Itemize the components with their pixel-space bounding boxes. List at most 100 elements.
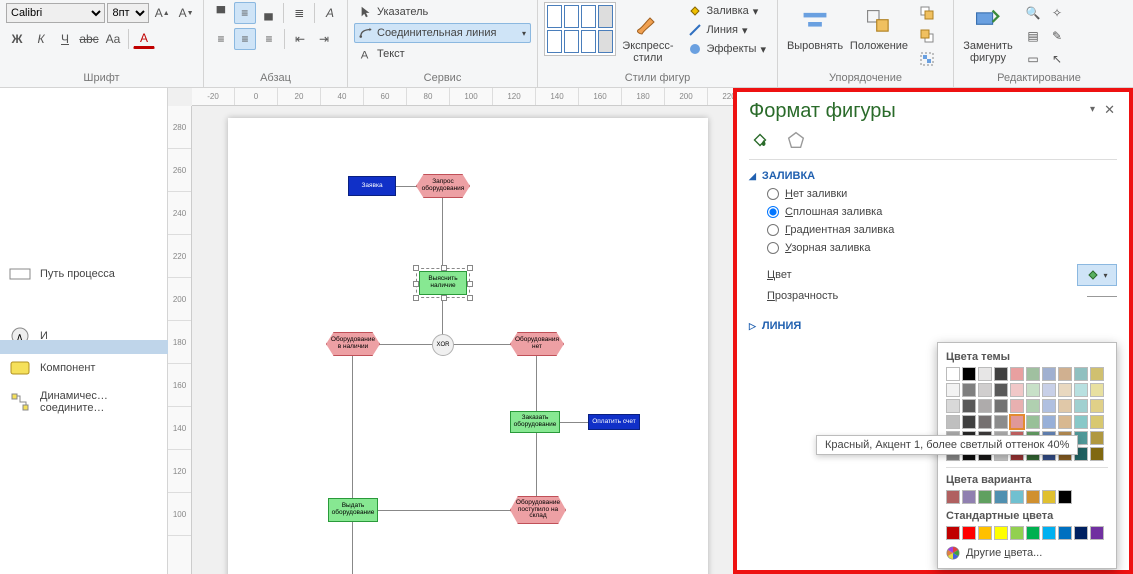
replace-shape-button[interactable]: Заменить фигуру	[960, 2, 1016, 64]
color-swatch[interactable]	[994, 383, 1008, 397]
fill-tab-icon[interactable]	[749, 129, 771, 151]
edit-cursor-button[interactable]: ↖	[1046, 48, 1068, 70]
align-top-button[interactable]: ▀	[210, 2, 232, 24]
shape-oplatit[interactable]: Оплатить счет	[588, 414, 640, 430]
color-swatch[interactable]	[978, 383, 992, 397]
color-swatch[interactable]	[994, 526, 1008, 540]
connector[interactable]	[352, 354, 353, 504]
color-swatch[interactable]	[1058, 367, 1072, 381]
color-swatch[interactable]	[1026, 490, 1040, 504]
pointer-tool[interactable]: Указатель	[354, 2, 531, 22]
color-swatch[interactable]	[1010, 490, 1024, 504]
color-swatch[interactable]	[1042, 399, 1056, 413]
color-swatch[interactable]	[946, 490, 960, 504]
color-swatch[interactable]	[962, 367, 976, 381]
color-swatch[interactable]	[946, 399, 960, 413]
connector[interactable]	[395, 186, 417, 187]
send-back-button[interactable]	[916, 25, 938, 47]
color-swatch[interactable]	[1026, 526, 1040, 540]
color-swatch[interactable]	[1074, 526, 1088, 540]
color-swatch[interactable]	[962, 415, 976, 429]
color-swatch[interactable]	[1010, 367, 1024, 381]
line-section-header[interactable]: ЛИНИЯ	[749, 320, 1117, 332]
shape-effects-button[interactable]: Эффекты ▾	[683, 40, 771, 58]
shape-line-button[interactable]: Линия ▾	[683, 21, 771, 39]
color-swatch[interactable]	[1058, 526, 1072, 540]
stencil-component[interactable]: Компонент	[0, 352, 167, 384]
color-swatch[interactable]	[1090, 431, 1104, 445]
shape-xor[interactable]: XOR	[432, 334, 454, 356]
select-button[interactable]: ▭	[1022, 48, 1044, 70]
color-swatch[interactable]	[1026, 367, 1040, 381]
color-swatch[interactable]	[1042, 415, 1056, 429]
text-tool[interactable]: A Текст	[354, 44, 531, 64]
shape-zapros[interactable]: Запрос оборудования	[416, 174, 470, 198]
color-swatch[interactable]	[978, 415, 992, 429]
indent-button[interactable]: ⇥	[313, 28, 335, 50]
shape-vydat[interactable]: Выдать оборудование	[328, 498, 378, 522]
shape-fill-button[interactable]: Заливка ▾	[683, 2, 771, 20]
italic-button[interactable]: К	[30, 28, 52, 50]
find-button[interactable]: 🔍	[1022, 2, 1044, 24]
connector[interactable]	[536, 354, 537, 414]
edit-x2-button[interactable]: ✎	[1046, 25, 1068, 47]
align-center-button[interactable]: ≡	[234, 28, 256, 50]
align-right-button[interactable]: ≡	[258, 28, 280, 50]
color-swatch[interactable]	[946, 367, 960, 381]
shapes-panel-divider[interactable]	[0, 340, 168, 354]
shape-sklad[interactable]: Оборудование поступило на склад	[510, 496, 566, 524]
connector[interactable]	[453, 344, 511, 345]
stencil-path[interactable]: Путь процесса	[0, 258, 167, 290]
color-swatch[interactable]	[1042, 383, 1056, 397]
pane-options-button[interactable]: ▾	[1090, 104, 1095, 115]
radio-pattern-fill[interactable]: Узорная заливка	[767, 242, 1117, 254]
shape-zayavka[interactable]: Заявка	[348, 176, 396, 196]
font-size-select[interactable]: 8пт	[107, 3, 149, 23]
case-button[interactable]: Aa	[102, 28, 124, 50]
color-swatch[interactable]	[1058, 490, 1072, 504]
bring-front-button[interactable]	[916, 2, 938, 24]
clear-format-button[interactable]: A	[319, 2, 341, 24]
color-swatch[interactable]	[946, 415, 960, 429]
color-swatch[interactable]	[994, 399, 1008, 413]
color-swatch[interactable]	[978, 526, 992, 540]
connector[interactable]	[536, 431, 537, 501]
color-swatch[interactable]	[1058, 399, 1072, 413]
color-swatch[interactable]	[978, 367, 992, 381]
align-button[interactable]: Выровнять	[784, 2, 846, 52]
position-button[interactable]: Положение	[848, 2, 910, 52]
shrink-font-button[interactable]: A▼	[175, 2, 197, 24]
color-swatch[interactable]	[962, 526, 976, 540]
color-swatch[interactable]	[962, 399, 976, 413]
strike-button[interactable]: abc	[78, 28, 100, 50]
effects-tab-icon[interactable]	[785, 129, 807, 151]
bullets-button[interactable]: ≣	[288, 2, 310, 24]
color-swatch[interactable]	[978, 490, 992, 504]
align-bottom-button[interactable]: ▄	[258, 2, 280, 24]
font-color-button[interactable]: A	[133, 29, 155, 49]
color-swatch[interactable]	[1074, 415, 1088, 429]
shape-quick-styles[interactable]	[544, 2, 616, 56]
shape-net[interactable]: Оборудования нет	[510, 332, 564, 356]
pane-close-button[interactable]: ✕	[1104, 102, 1115, 118]
color-picker-button[interactable]: ▾	[1077, 264, 1117, 286]
connector[interactable]	[560, 422, 590, 423]
connector[interactable]	[442, 196, 443, 270]
color-swatch[interactable]	[1090, 367, 1104, 381]
radio-no-fill[interactable]: Нет заливки	[767, 188, 1117, 200]
color-swatch[interactable]	[994, 415, 1008, 429]
connector-tool[interactable]: Соединительная линия ▾	[354, 23, 531, 43]
express-styles-button[interactable]: Экспресс-стили	[618, 2, 677, 64]
color-swatch[interactable]	[1090, 383, 1104, 397]
outdent-button[interactable]: ⇤	[289, 28, 311, 50]
color-swatch[interactable]	[1026, 415, 1040, 429]
shape-zakazat[interactable]: Заказать оборудование	[510, 411, 560, 433]
color-swatch[interactable]	[946, 526, 960, 540]
grow-font-button[interactable]: A▲	[151, 2, 173, 24]
font-name-select[interactable]: Calibri	[6, 3, 105, 23]
edit-x1-button[interactable]: ✧	[1046, 2, 1068, 24]
color-swatch[interactable]	[1010, 415, 1024, 429]
shape-nalichie[interactable]: Оборудование в наличии	[326, 332, 380, 356]
connector[interactable]	[352, 520, 353, 574]
color-swatch[interactable]	[1090, 526, 1104, 540]
